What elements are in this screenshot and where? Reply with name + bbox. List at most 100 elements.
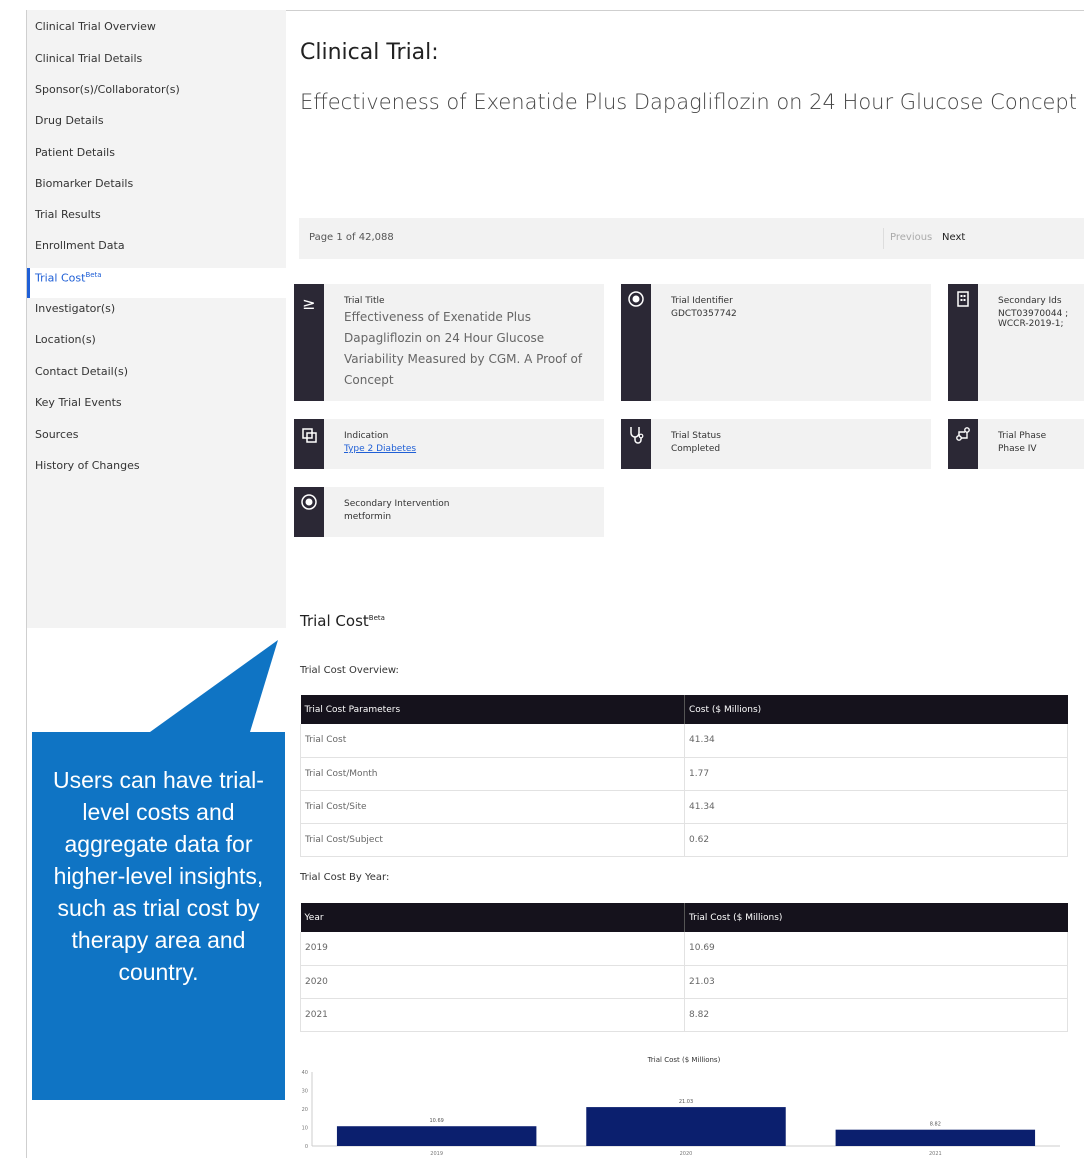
column-header: Trial Cost Parameters xyxy=(300,695,685,724)
card-trial-identifier: Trial Identifier GDCT0357742 xyxy=(621,284,931,401)
indication-link[interactable]: Type 2 Diabetes xyxy=(344,444,416,454)
sidebar-item-locations[interactable]: Location(s) xyxy=(35,333,96,346)
callout-text: Users can have trial-level costs and agg… xyxy=(53,767,264,985)
sidebar-item-patient-details[interactable]: Patient Details xyxy=(35,146,115,159)
x-tick-label: 2019 xyxy=(430,1151,443,1157)
beta-badge: Beta xyxy=(85,271,102,279)
callout-box: Users can have trial-level costs and agg… xyxy=(32,732,285,1100)
table-row: Trial Cost 41.34 xyxy=(300,724,1068,758)
data-label: 8.82 xyxy=(930,1122,941,1128)
table-cell: Trial Cost/Site xyxy=(300,790,685,824)
sidebar-item-trial-cost-label: Trial Cost xyxy=(35,271,86,285)
x-tick-label: 2021 xyxy=(929,1151,942,1157)
table-cell: 2020 xyxy=(300,965,685,999)
trial-cost-overview-label: Trial Cost Overview: xyxy=(300,665,399,676)
target-icon xyxy=(294,487,324,537)
sidebar-item-sponsors[interactable]: Sponsor(s)/Collaborator(s) xyxy=(35,83,180,96)
page-title-label: Clinical Trial: xyxy=(300,40,439,65)
sidebar-item-contact-details[interactable]: Contact Detail(s) xyxy=(35,365,128,378)
table-cell: 2021 xyxy=(300,998,685,1032)
card-value: NCT03970044 ; WCCR-2019-1; xyxy=(998,309,1069,329)
y-tick-label: 30 xyxy=(302,1089,308,1095)
card-value: Phase IV xyxy=(998,444,1037,454)
table-cell: Trial Cost/Month xyxy=(300,757,685,791)
table-row: Trial Cost/Month 1.77 xyxy=(300,757,1068,791)
table-cell: 41.34 xyxy=(684,790,1068,824)
bar-2019 xyxy=(336,1126,537,1146)
sidebar-item-trial-cost[interactable]: Trial CostBeta xyxy=(35,271,102,285)
table-cell: 21.03 xyxy=(684,965,1068,999)
previous-button[interactable]: Previous xyxy=(890,232,932,243)
sidebar-item-drug-details[interactable]: Drug Details xyxy=(35,114,104,127)
column-header: Trial Cost ($ Millions) xyxy=(684,903,1068,932)
table-cell: Trial Cost xyxy=(300,724,685,758)
pagination-bar: Page 1 of 42,088 Previous Next xyxy=(299,218,1084,259)
trial-cost-overview-table: Trial Cost Parameters Cost ($ Millions) … xyxy=(300,695,1068,857)
chart-title: Trial Cost ($ Millions) xyxy=(647,1056,721,1064)
card-trial-status: Trial Status Completed xyxy=(621,419,931,469)
table-cell: 10.69 xyxy=(684,932,1068,966)
trial-cost-bar-chart: 0 10 20 30 40 10.69 2019 21.03 2020 8.82 2021 xyxy=(302,1070,1060,1157)
card-secondary-ids: Secondary Ids NCT03970044 ; WCCR-2019-1; xyxy=(948,284,1084,401)
table-cell: Trial Cost/Subject xyxy=(300,823,685,857)
card-indication: Indication Type 2 Diabetes xyxy=(294,419,604,469)
sidebar-item-clinical-trial-overview[interactable]: Clinical Trial Overview xyxy=(35,20,156,33)
card-value: metformin xyxy=(344,512,392,522)
page-indicator: Page 1 of 42,088 xyxy=(309,232,394,243)
table-row: 2021 8.82 xyxy=(300,998,1068,1032)
bar-2021 xyxy=(835,1129,1036,1146)
chevron-right-icon: ≥ xyxy=(294,284,324,401)
sidebar-item-biomarker-details[interactable]: Biomarker Details xyxy=(35,177,133,190)
sidebar-item-enrollment-data[interactable]: Enrollment Data xyxy=(35,239,125,252)
card-label: Secondary Ids xyxy=(998,296,1062,306)
card-secondary-intervention: Secondary Intervention metformin xyxy=(294,487,604,537)
table-row: Trial Cost/Site 41.34 xyxy=(300,790,1068,824)
sidebar-item-history-of-changes[interactable]: History of Changes xyxy=(35,459,140,472)
trial-cost-heading: Trial CostBeta xyxy=(300,612,385,630)
data-label: 21.03 xyxy=(679,1099,693,1105)
sidebar-item-trial-results[interactable]: Trial Results xyxy=(35,208,101,221)
stethoscope-icon xyxy=(621,419,651,469)
column-header: Year xyxy=(300,903,685,932)
y-tick-label: 20 xyxy=(302,1107,308,1113)
pager-divider xyxy=(883,228,884,249)
card-label: Trial Status xyxy=(671,431,721,441)
y-tick-label: 10 xyxy=(302,1126,308,1132)
card-label: Trial Identifier xyxy=(671,296,733,306)
data-label: 10.69 xyxy=(430,1118,444,1124)
trial-cost-by-year-label: Trial Cost By Year: xyxy=(300,872,390,883)
bar-2020 xyxy=(586,1107,786,1146)
beta-badge: Beta xyxy=(368,614,385,622)
indication-icon xyxy=(294,419,324,469)
y-tick-label: 40 xyxy=(302,1070,308,1076)
table-cell: 0.62 xyxy=(684,823,1068,857)
sidebar-item-key-trial-events[interactable]: Key Trial Events xyxy=(35,396,122,409)
next-button[interactable]: Next xyxy=(942,232,965,243)
sidebar-nav: Clinical Trial Overview Clinical Trial D… xyxy=(26,10,287,628)
phase-icon xyxy=(948,419,978,469)
table-cell: 8.82 xyxy=(684,998,1068,1032)
callout-pointer xyxy=(150,640,278,732)
y-tick-label: 0 xyxy=(305,1144,308,1150)
column-header: Cost ($ Millions) xyxy=(684,695,1068,724)
page-title: Effectiveness of Exenatide Plus Dapaglif… xyxy=(300,90,1077,114)
card-label: Indication xyxy=(344,431,389,441)
trial-cost-by-year-table: Year Trial Cost ($ Millions) 2019 10.69 2… xyxy=(300,903,1068,1032)
sidebar-item-sources[interactable]: Sources xyxy=(35,428,79,441)
card-trial-title: ≥ Trial Title Effectiveness of Exenatide… xyxy=(294,284,604,401)
card-label: Trial Phase xyxy=(998,431,1047,441)
table-row: Trial Cost/Subject 0.62 xyxy=(300,823,1068,857)
trial-cost-heading-text: Trial Cost xyxy=(300,612,369,630)
table-row: 2020 21.03 xyxy=(300,965,1068,999)
card-label: Secondary Intervention xyxy=(344,499,450,509)
card-value: Completed xyxy=(671,444,721,454)
sidebar-item-clinical-trial-details[interactable]: Clinical Trial Details xyxy=(35,52,142,65)
table-header-row: Trial Cost Parameters Cost ($ Millions) xyxy=(300,695,1068,724)
x-tick-label: 2020 xyxy=(680,1151,693,1157)
table-header-row: Year Trial Cost ($ Millions) xyxy=(300,903,1068,932)
card-value: GDCT0357742 xyxy=(671,309,737,319)
sidebar-item-investigators[interactable]: Investigator(s) xyxy=(35,302,115,315)
card-trial-phase: Trial Phase Phase IV xyxy=(948,419,1084,469)
table-cell: 1.77 xyxy=(684,757,1068,791)
table-row: 2019 10.69 xyxy=(300,932,1068,966)
